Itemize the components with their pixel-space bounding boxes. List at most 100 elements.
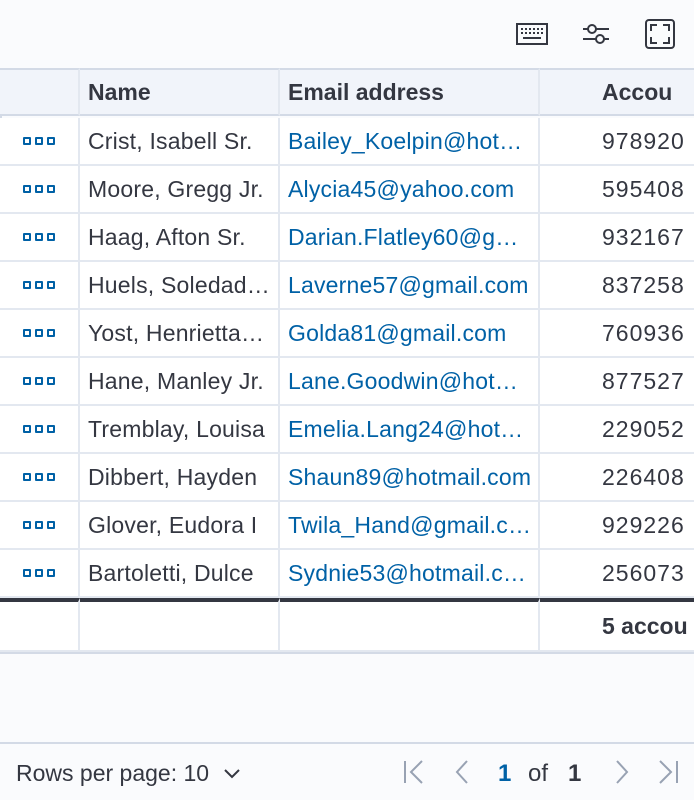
row-actions-icon[interactable] bbox=[23, 137, 55, 145]
next-page-button[interactable] bbox=[608, 758, 636, 786]
current-page[interactable]: 1 bbox=[498, 760, 511, 788]
row-actions-cell[interactable] bbox=[0, 406, 80, 454]
dot bbox=[47, 425, 55, 433]
sliders-icon bbox=[583, 24, 609, 44]
row-actions-icon[interactable] bbox=[23, 281, 55, 289]
account-cell[interactable]: 978920 bbox=[540, 118, 694, 166]
email-link[interactable]: Sydnie53@hotmail.com bbox=[288, 560, 532, 587]
email-cell[interactable]: Alycia45@yahoo.com bbox=[280, 166, 540, 214]
email-cell[interactable]: Lane.Goodwin@hotmail.com bbox=[280, 358, 540, 406]
grid-empty-area bbox=[0, 652, 694, 744]
account-cell[interactable]: 226408 bbox=[540, 454, 694, 502]
account-text: 760936 bbox=[602, 319, 685, 346]
total-pages: 1 bbox=[568, 760, 582, 787]
row-actions-icon[interactable] bbox=[23, 233, 55, 241]
account-text: 229052 bbox=[602, 415, 685, 442]
account-cell[interactable]: 929226 bbox=[540, 502, 694, 550]
row-actions-icon[interactable] bbox=[23, 329, 55, 337]
name-cell[interactable]: Huels, Soledad Jr. bbox=[80, 262, 280, 310]
name-cell[interactable]: Hane, Manley Jr. bbox=[80, 358, 280, 406]
row-actions-cell[interactable] bbox=[0, 550, 80, 598]
name-text: Crist, Isabell Sr. bbox=[88, 127, 253, 154]
email-link[interactable]: Bailey_Koelpin@hotmail.com bbox=[288, 128, 532, 155]
row-actions-icon[interactable] bbox=[23, 185, 55, 193]
account-cell[interactable]: 256073 bbox=[540, 550, 694, 598]
header-account[interactable]: Accou bbox=[540, 68, 694, 116]
name-cell[interactable]: Yost, Henrietta Sr. bbox=[80, 310, 280, 358]
dot bbox=[35, 185, 43, 193]
keyboard-shortcuts-button[interactable] bbox=[514, 16, 550, 52]
name-cell[interactable]: Glover, Eudora I bbox=[80, 502, 280, 550]
email-cell[interactable]: Golda81@gmail.com bbox=[280, 310, 540, 358]
row-actions-icon[interactable] bbox=[23, 569, 55, 577]
row-actions-icon[interactable] bbox=[23, 377, 55, 385]
row-actions-cell[interactable] bbox=[0, 214, 80, 262]
dot bbox=[35, 521, 43, 529]
row-actions-cell[interactable] bbox=[0, 118, 80, 166]
dot bbox=[35, 233, 43, 241]
email-cell[interactable]: Emelia.Lang24@hotmail.com bbox=[280, 406, 540, 454]
header-name[interactable]: Name bbox=[80, 68, 280, 116]
name-cell[interactable]: Moore, Gregg Jr. bbox=[80, 166, 280, 214]
account-cell[interactable]: 877527 bbox=[540, 358, 694, 406]
dot bbox=[23, 137, 31, 145]
email-link[interactable]: Alycia45@yahoo.com bbox=[288, 176, 532, 203]
email-link[interactable]: Shaun89@hotmail.com bbox=[288, 464, 532, 491]
account-cell[interactable]: 595408 bbox=[540, 166, 694, 214]
email-cell[interactable]: Twila_Hand@gmail.com bbox=[280, 502, 540, 550]
email-link[interactable]: Twila_Hand@gmail.com bbox=[288, 512, 532, 539]
rows-per-page-button[interactable]: Rows per page: 10 bbox=[16, 760, 241, 787]
first-page-button[interactable] bbox=[400, 758, 428, 786]
dot bbox=[47, 185, 55, 193]
name-text: Huels, Soledad Jr. bbox=[88, 271, 270, 298]
header-email[interactable]: Email address bbox=[280, 68, 540, 116]
email-link[interactable]: Laverne57@gmail.com bbox=[288, 272, 532, 299]
name-cell[interactable]: Haag, Afton Sr. bbox=[80, 214, 280, 262]
row-actions-icon[interactable] bbox=[23, 473, 55, 481]
email-link[interactable]: Lane.Goodwin@hotmail.com bbox=[288, 368, 532, 395]
email-link[interactable]: Darian.Flatley60@gmail.com bbox=[288, 224, 532, 251]
chevron-left-icon bbox=[455, 760, 468, 784]
fullscreen-button[interactable] bbox=[642, 16, 678, 52]
email-cell[interactable]: Sydnie53@hotmail.com bbox=[280, 550, 540, 598]
dot bbox=[23, 473, 31, 481]
account-text: 978920 bbox=[602, 127, 685, 154]
account-cell[interactable]: 229052 bbox=[540, 406, 694, 454]
account-text: 837258 bbox=[602, 271, 685, 298]
name-cell[interactable]: Dibbert, Hayden bbox=[80, 454, 280, 502]
dot bbox=[23, 521, 31, 529]
name-cell[interactable]: Tremblay, Louisa bbox=[80, 406, 280, 454]
rows-per-page-label: Rows per page: 10 bbox=[16, 760, 210, 786]
name-cell[interactable]: Crist, Isabell Sr. bbox=[80, 118, 280, 166]
account-text: 932167 bbox=[602, 223, 685, 250]
previous-page-button[interactable] bbox=[448, 758, 476, 786]
account-cell[interactable]: 760936 bbox=[540, 310, 694, 358]
email-cell[interactable]: Shaun89@hotmail.com bbox=[280, 454, 540, 502]
row-actions-cell[interactable] bbox=[0, 166, 80, 214]
row-actions-cell[interactable] bbox=[0, 454, 80, 502]
fullscreen-icon bbox=[645, 19, 675, 49]
email-cell[interactable]: Darian.Flatley60@gmail.com bbox=[280, 214, 540, 262]
header-actions-cell bbox=[0, 68, 80, 116]
email-cell[interactable]: Bailey_Koelpin@hotmail.com bbox=[280, 118, 540, 166]
dot bbox=[35, 137, 43, 145]
row-actions-cell[interactable] bbox=[0, 358, 80, 406]
row-actions-cell[interactable] bbox=[0, 310, 80, 358]
row-actions-cell[interactable] bbox=[0, 502, 80, 550]
table-row: Tremblay, Louisa Emelia.Lang24@hotmail.co… bbox=[0, 406, 694, 454]
email-cell[interactable]: Laverne57@gmail.com bbox=[280, 262, 540, 310]
account-cell[interactable]: 837258 bbox=[540, 262, 694, 310]
email-link[interactable]: Emelia.Lang24@hotmail.com bbox=[288, 416, 532, 443]
dot bbox=[23, 185, 31, 193]
account-text: 595408 bbox=[602, 175, 685, 202]
dot bbox=[23, 329, 31, 337]
last-page-button[interactable] bbox=[654, 758, 682, 786]
row-actions-icon[interactable] bbox=[23, 425, 55, 433]
row-actions-icon[interactable] bbox=[23, 521, 55, 529]
display-settings-button[interactable] bbox=[578, 16, 614, 52]
account-text: 226408 bbox=[602, 463, 685, 490]
name-cell[interactable]: Bartoletti, Dulce bbox=[80, 550, 280, 598]
row-actions-cell[interactable] bbox=[0, 262, 80, 310]
account-cell[interactable]: 932167 bbox=[540, 214, 694, 262]
email-link[interactable]: Golda81@gmail.com bbox=[288, 320, 532, 347]
